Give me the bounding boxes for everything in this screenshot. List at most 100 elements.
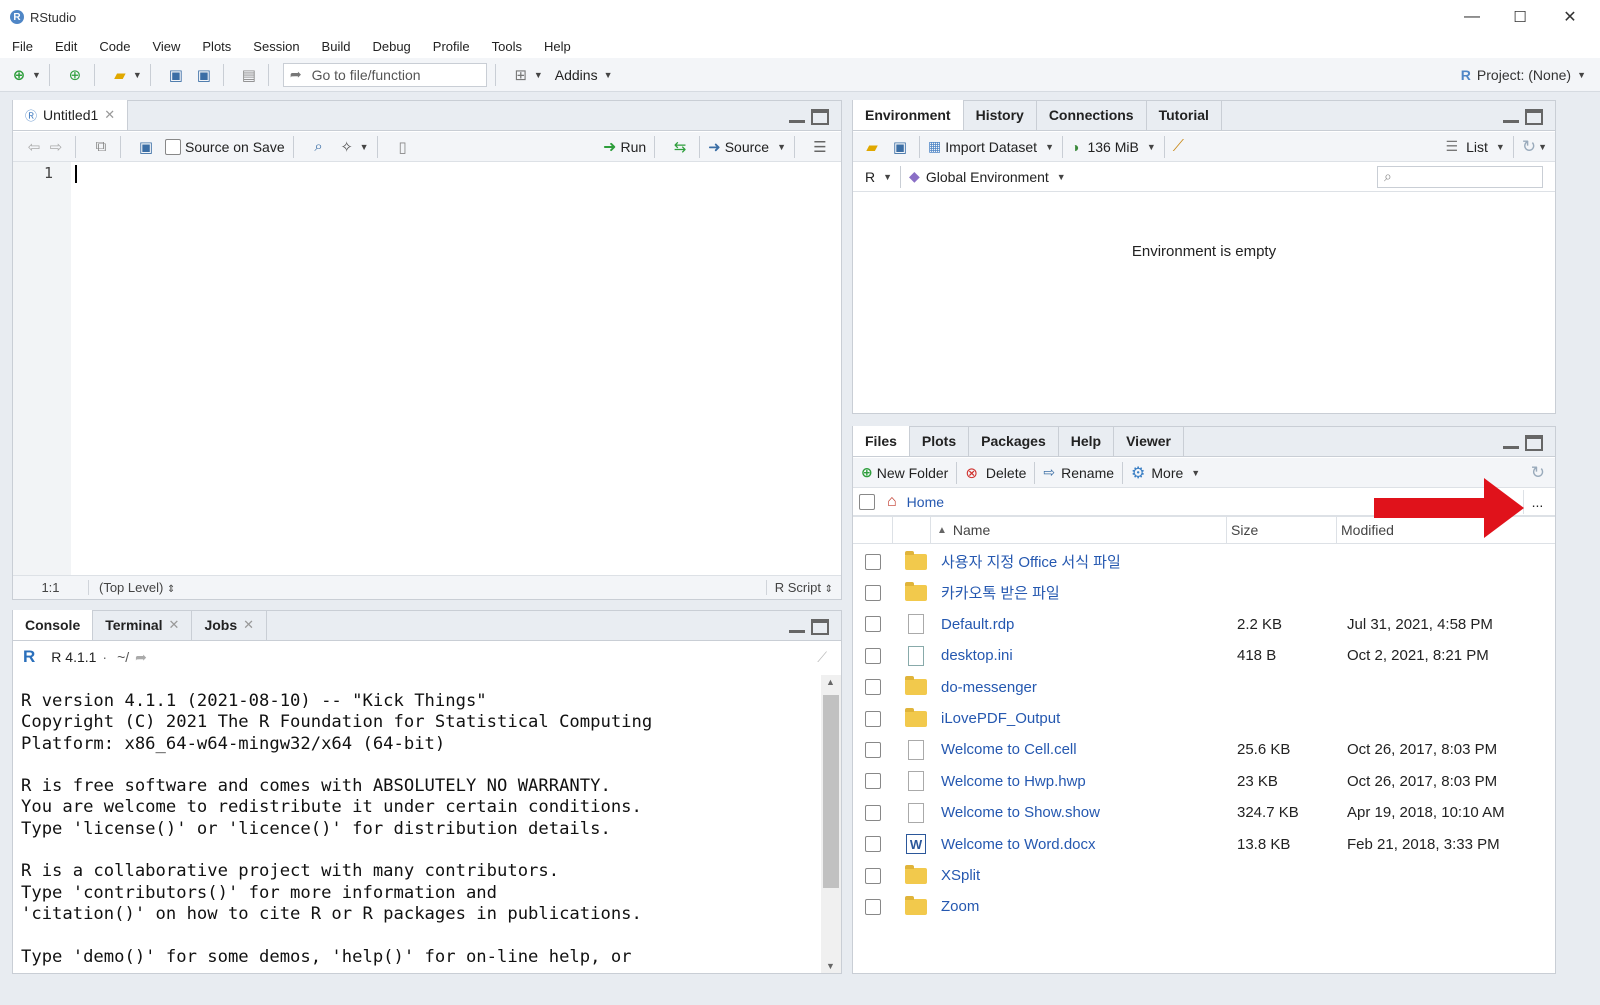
import-dataset-button[interactable]: ▦ Import Dataset ▼ [928,138,1054,155]
go-to-directory-button[interactable]: ... [1523,489,1551,514]
source-button[interactable]: ➜ Source [708,138,769,156]
tab-environment[interactable]: Environment [853,100,964,130]
file-name-link[interactable]: do-messenger [939,679,1235,696]
file-row-checkbox[interactable] [865,553,881,570]
tab-plots[interactable]: Plots [910,426,970,456]
file-name-link[interactable]: Welcome to Show.show [939,804,1235,821]
file-row-checkbox[interactable] [865,836,881,853]
environment-search-input[interactable]: ⌕ [1377,165,1543,188]
console-output[interactable]: R version 4.1.1 (2021-08-10) -- "Kick Th… [21,691,819,973]
file-row[interactable]: Welcome to Show.show 324.7 KB Apr 19, 2018… [853,797,1555,828]
chevron-down-icon[interactable]: ▼ [133,70,142,80]
minimize-pane-icon[interactable] [789,619,805,633]
size-column-header[interactable]: Size [1227,516,1337,544]
menu-code[interactable]: Code [99,39,130,54]
minimize-pane-icon[interactable] [1503,109,1519,123]
tab-help[interactable]: Help [1059,426,1115,456]
close-tab-icon[interactable]: ✕ [169,617,180,633]
load-workspace-icon[interactable]: ▰ [861,136,883,158]
name-column-header[interactable]: ▲ Name [931,516,1227,544]
file-name-link[interactable]: iLovePDF_Output [939,710,1235,727]
tab-viewer[interactable]: Viewer [1114,426,1184,456]
menu-view[interactable]: View [152,39,180,54]
source-on-save-checkbox[interactable] [165,138,181,155]
file-row-checkbox[interactable] [865,679,881,696]
file-name-link[interactable]: 카카오톡 받은 파일 [939,582,1235,603]
document-outline-icon[interactable]: ☰ [809,136,831,158]
new-folder-button[interactable]: ⊕ New Folder [861,464,948,481]
close-window-button[interactable]: ✕ [1546,0,1594,34]
project-menu[interactable]: R Project: (None) ▼ [1461,58,1586,92]
menu-build[interactable]: Build [322,39,351,54]
file-name-link[interactable]: Welcome to Cell.cell [939,741,1235,758]
environment-scope-selector[interactable]: ◆ Global Environment ▼ [909,168,1066,185]
compile-report-icon[interactable]: ▯ [392,136,414,158]
file-row[interactable]: do-messenger [853,672,1555,703]
memory-usage-button[interactable]: ◑ 136 MiB ▼ [1071,139,1156,155]
tab-history[interactable]: History [964,100,1037,130]
save-icon[interactable]: ▣ [135,136,157,158]
file-row[interactable]: desktop.ini 418 B Oct 2, 2021, 8:21 PM [853,640,1555,671]
menu-help[interactable]: Help [544,39,571,54]
file-name-link[interactable]: desktop.ini [939,647,1235,664]
save-workspace-icon[interactable]: ▣ [889,136,911,158]
menu-file[interactable]: File [12,39,33,54]
menu-plots[interactable]: Plots [202,39,231,54]
delete-button[interactable]: ⊗ Delete [965,464,1026,482]
select-all-checkbox[interactable] [859,493,875,510]
file-row-checkbox[interactable] [865,804,881,821]
console-scrollbar[interactable]: ▲ ▼ [821,675,841,973]
file-row[interactable]: Default.rdp 2.2 KB Jul 31, 2021, 4:58 PM [853,609,1555,640]
file-name-link[interactable]: XSplit [939,867,1235,884]
maximize-pane-icon[interactable] [1525,109,1543,125]
code-editor[interactable] [71,162,841,575]
refresh-icon[interactable]: ↻ [1522,137,1536,157]
menu-edit[interactable]: Edit [55,39,77,54]
tab-files[interactable]: Files [853,426,910,456]
file-row[interactable]: 카카오톡 받은 파일 [853,577,1555,608]
home-icon[interactable]: ⌂ [887,493,897,511]
chevron-down-icon[interactable]: ▼ [604,70,613,80]
code-tools-wand-icon[interactable]: ✧ [336,136,358,158]
close-tab-icon[interactable]: ✕ [243,617,254,633]
new-file-icon[interactable]: ⊕ [8,64,30,86]
clear-workspace-broom-icon[interactable]: ⟋ [1173,138,1184,156]
breadcrumb-home[interactable]: Home [907,494,944,510]
rename-button[interactable]: ⇨ Rename [1043,464,1114,481]
file-row-checkbox[interactable] [865,773,881,790]
pane-layout-icon[interactable]: ⊞ [510,64,532,86]
file-row-checkbox[interactable] [865,616,881,633]
scrollbar-thumb[interactable] [823,695,839,888]
tab-terminal[interactable]: Terminal ✕ [93,610,193,640]
file-type-selector[interactable]: R Script ⇕ [765,580,833,595]
file-row[interactable]: W Welcome to Word.docx 13.8 KB Feb 21, 2018… [853,829,1555,860]
close-tab-icon[interactable]: ✕ [104,107,115,123]
language-selector[interactable]: R ▼ [861,169,892,185]
back-arrow-icon[interactable]: ⇦ [23,136,45,158]
print-icon[interactable]: ▤ [238,64,260,86]
tab-untitled1[interactable]: Ⓡ Untitled1 ✕ [13,100,129,130]
tab-packages[interactable]: Packages [969,426,1059,456]
file-name-link[interactable]: Welcome to Hwp.hwp [939,773,1235,790]
file-name-link[interactable]: 사용자 지정 Office 서식 파일 [939,551,1235,572]
tab-jobs[interactable]: Jobs ✕ [192,610,268,640]
menu-tools[interactable]: Tools [492,39,522,54]
tab-console[interactable]: Console [13,610,94,640]
minimize-pane-icon[interactable] [789,109,805,123]
chevron-down-icon[interactable]: ▼ [777,142,786,152]
file-row[interactable]: Zoom [853,891,1555,922]
file-row-checkbox[interactable] [865,898,881,915]
maximize-button[interactable]: ☐ [1496,0,1544,34]
clear-console-broom-icon[interactable]: ⟋ [817,649,827,666]
minimize-button[interactable]: — [1448,0,1496,34]
file-row[interactable]: 사용자 지정 Office 서식 파일 [853,546,1555,577]
list-view-button[interactable]: ☰ List ▼ [1446,138,1505,155]
run-button[interactable]: ➜ Run [603,137,646,157]
addins-menu[interactable]: Addins [555,67,598,83]
maximize-pane-icon[interactable] [811,619,829,635]
chevron-down-icon[interactable]: ▼ [360,142,369,152]
tab-connections[interactable]: Connections [1037,100,1147,130]
file-row-checkbox[interactable] [865,741,881,758]
file-row[interactable]: XSplit [853,860,1555,891]
scope-selector[interactable]: (Top Level) ⇕ [99,580,175,595]
